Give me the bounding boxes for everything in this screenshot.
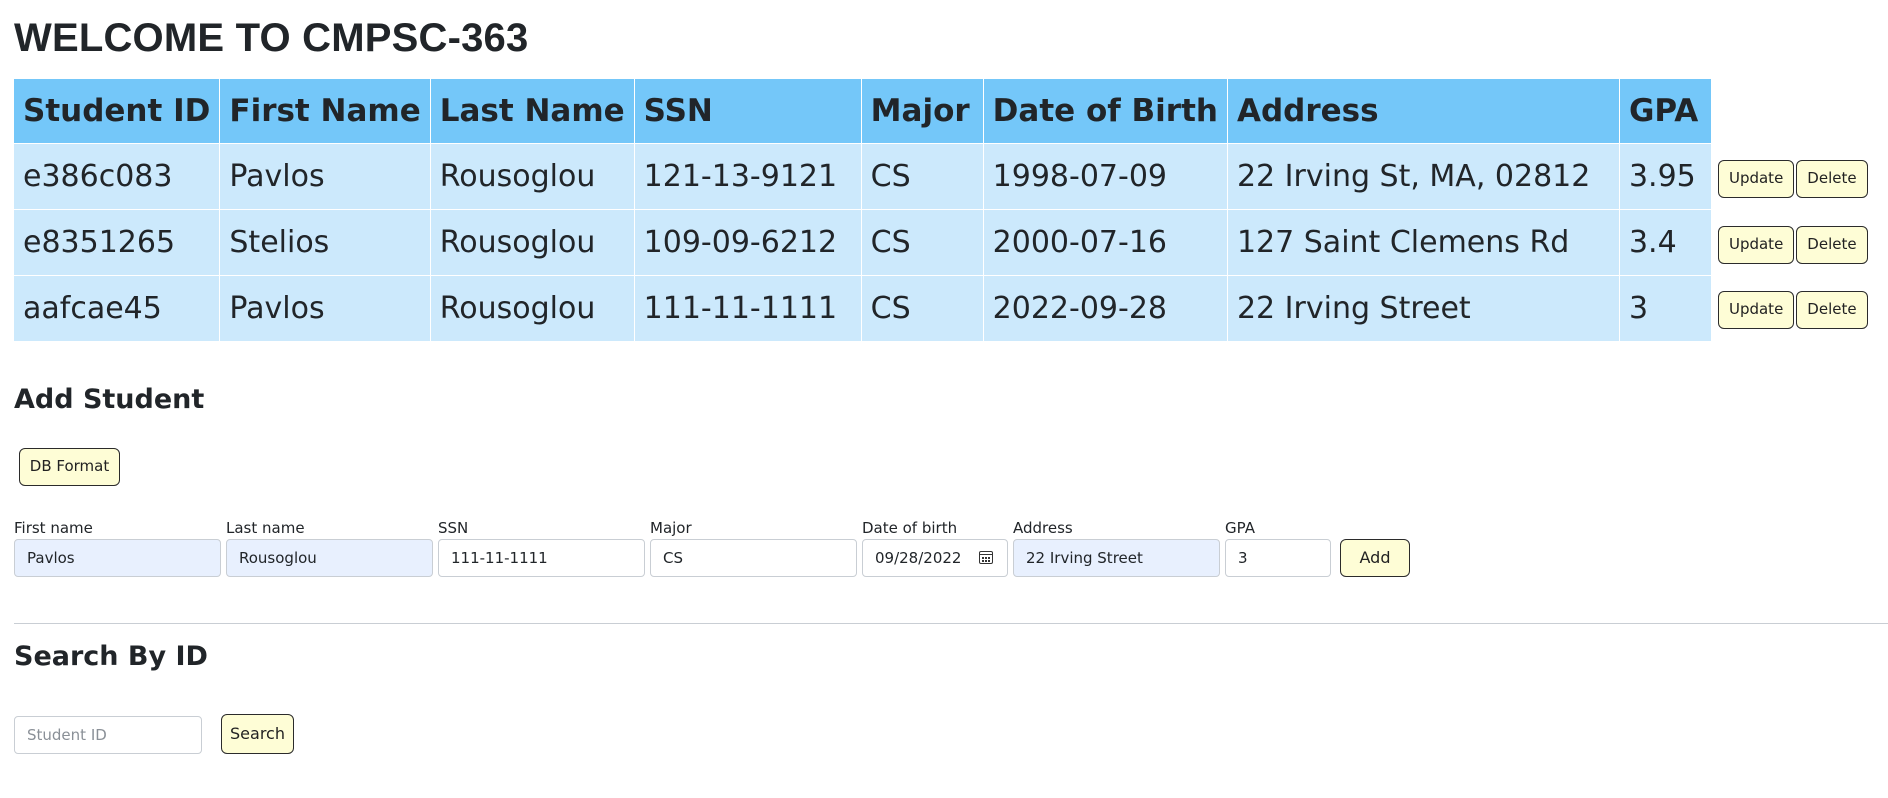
address-group: Address 22 Irving Street xyxy=(1013,518,1220,577)
page: WELCOME TO CMPSC-363 Student ID First Na… xyxy=(0,0,1888,798)
last-name-group: Last name Rousoglou xyxy=(226,518,433,577)
cell-actions: Update Delete xyxy=(1711,276,1869,342)
update-button[interactable]: Update xyxy=(1717,159,1795,198)
column-header-dob: Date of Birth xyxy=(983,79,1228,144)
cell-address: 22 Irving Street xyxy=(1227,275,1620,341)
last-name-label: Last name xyxy=(226,519,305,537)
cell-ssn: 121-13-9121 xyxy=(634,143,862,210)
add-button[interactable]: Add xyxy=(1340,539,1410,577)
dob-value: 09/28/2022 xyxy=(875,549,962,567)
cell-address: 22 Irving St, MA, 02812 xyxy=(1227,143,1620,210)
search-input[interactable]: Student ID xyxy=(14,716,202,754)
column-header-gpa: GPA xyxy=(1619,79,1712,144)
gpa-group: GPA 3 xyxy=(1225,518,1331,577)
cell-first-name: Pavlos xyxy=(219,143,431,210)
students-table: Student ID First Name Last Name SSN Majo… xyxy=(14,79,1870,341)
delete-button[interactable]: Delete xyxy=(1796,159,1868,198)
column-header-last-name: Last Name xyxy=(430,79,635,144)
first-name-label: First name xyxy=(14,519,93,537)
table-row: e386c083 Pavlos Rousoglou 121-13-9121 CS… xyxy=(14,143,1870,210)
db-format-button[interactable]: DB Format xyxy=(19,448,120,486)
delete-button[interactable]: Delete xyxy=(1796,291,1868,330)
ssn-group: SSN 111-11-1111 xyxy=(438,518,645,577)
cell-first-name: Pavlos xyxy=(219,275,431,341)
cell-last-name: Rousoglou xyxy=(430,275,635,341)
cell-last-name: Rousoglou xyxy=(430,209,635,276)
ssn-label: SSN xyxy=(438,519,469,537)
last-name-input[interactable]: Rousoglou xyxy=(226,539,433,577)
update-button[interactable]: Update xyxy=(1717,291,1795,330)
add-student-heading: Add Student xyxy=(14,384,205,415)
cell-ssn: 111-11-1111 xyxy=(634,275,862,341)
calendar-icon[interactable] xyxy=(979,551,993,564)
column-header-major: Major xyxy=(861,79,984,144)
dob-input[interactable]: 09/28/2022 xyxy=(862,539,1008,577)
column-header-first-name: First Name xyxy=(219,79,431,144)
cell-student-id: e8351265 xyxy=(14,209,221,276)
cell-major: CS xyxy=(861,275,984,341)
column-header-actions xyxy=(1711,79,1869,144)
column-header-address: Address xyxy=(1227,79,1620,144)
gpa-label: GPA xyxy=(1225,519,1255,537)
cell-address: 127 Saint Clemens Rd xyxy=(1227,209,1620,276)
cell-dob: 1998-07-09 xyxy=(983,143,1228,210)
major-input[interactable]: CS xyxy=(650,539,857,577)
cell-ssn: 109-09-6212 xyxy=(634,209,862,276)
cell-gpa: 3.95 xyxy=(1619,143,1712,210)
update-button[interactable]: Update xyxy=(1717,225,1795,264)
cell-gpa: 3.4 xyxy=(1619,209,1712,276)
table-header-row: Student ID First Name Last Name SSN Majo… xyxy=(14,79,1870,144)
cell-major: CS xyxy=(861,143,984,210)
cell-dob: 2022-09-28 xyxy=(983,275,1228,341)
cell-gpa: 3 xyxy=(1619,275,1712,341)
cell-actions: Update Delete xyxy=(1711,210,1869,276)
cell-student-id: aafcae45 xyxy=(14,275,221,341)
cell-first-name: Stelios xyxy=(219,209,431,276)
table-row: aafcae45 Pavlos Rousoglou 111-11-1111 CS… xyxy=(14,275,1870,342)
first-name-input[interactable]: Pavlos xyxy=(14,539,221,577)
gpa-input[interactable]: 3 xyxy=(1225,539,1331,577)
column-header-ssn: SSN xyxy=(634,79,862,144)
dob-label: Date of birth xyxy=(862,519,958,537)
ssn-input[interactable]: 111-11-1111 xyxy=(438,539,645,577)
major-label: Major xyxy=(650,519,692,537)
cell-student-id: e386c083 xyxy=(14,143,221,210)
first-name-group: First name Pavlos xyxy=(14,518,221,577)
cell-major: CS xyxy=(861,209,984,276)
major-group: Major CS xyxy=(650,518,857,577)
cell-last-name: Rousoglou xyxy=(430,143,635,210)
cell-dob: 2000-07-16 xyxy=(983,209,1228,276)
column-header-student-id: Student ID xyxy=(14,79,221,144)
search-heading: Search By ID xyxy=(14,641,208,672)
delete-button[interactable]: Delete xyxy=(1796,225,1868,264)
address-input[interactable]: 22 Irving Street xyxy=(1013,539,1220,577)
search-button[interactable]: Search xyxy=(221,714,294,754)
table-row: e8351265 Stelios Rousoglou 109-09-6212 C… xyxy=(14,209,1870,276)
dob-group: Date of birth 09/28/2022 xyxy=(862,518,1008,577)
address-label: Address xyxy=(1013,519,1073,537)
cell-actions: Update Delete xyxy=(1711,144,1869,210)
page-title: WELCOME TO CMPSC-363 xyxy=(14,16,529,60)
divider xyxy=(14,623,1888,624)
